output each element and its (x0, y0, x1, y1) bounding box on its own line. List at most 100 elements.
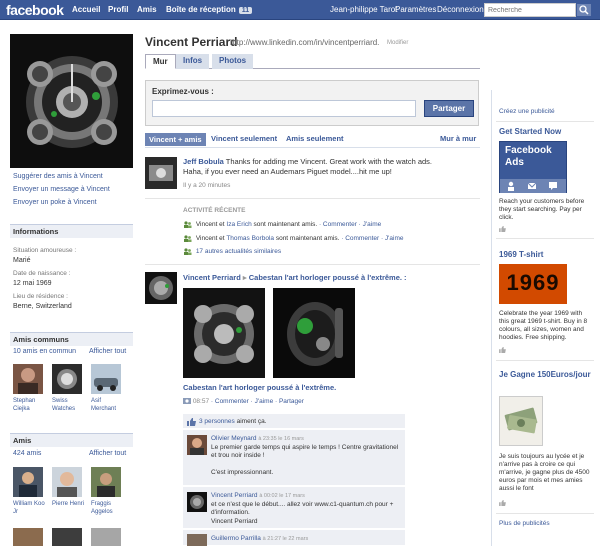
post-actions[interactable]: · Commenter · J'aime · Partager (211, 398, 304, 405)
friend-photo[interactable] (91, 528, 121, 546)
filter-friends-only[interactable]: Amis seulement (286, 134, 344, 143)
photo-caption-link[interactable]: Cabestan l'art horloger poussé à l'extrê… (183, 383, 336, 393)
activity-item[interactable]: 17 autres actualités similaires (183, 248, 281, 255)
comment-text: Vincent Perriard (211, 517, 258, 525)
post-author-name[interactable]: Jeff Bobula (183, 157, 224, 166)
comment-author-avatar[interactable] (187, 492, 207, 512)
ad-image-text: Facebook Ads (505, 145, 552, 168)
mutual-friends-see-all-link[interactable]: Afficher tout (89, 348, 126, 355)
ad-like-row[interactable] (499, 226, 506, 234)
friend-photo[interactable] (91, 467, 121, 497)
search-button[interactable] (576, 3, 592, 17)
activity-item: Vincent et Thomas Borbola sont maintenan… (183, 235, 404, 242)
more-activity-link[interactable]: 17 autres actualités similaires (196, 248, 281, 255)
friend-name[interactable]: Pierre Henri (52, 500, 88, 508)
status-input[interactable] (152, 100, 416, 117)
profile-website-link[interactable]: http://www.linkedin.com/in/vincentperria… (230, 38, 379, 47)
filter-wall-to-wall[interactable]: Mur à mur (440, 134, 476, 143)
post-author-avatar[interactable] (145, 157, 177, 189)
post-album-link[interactable]: Cabestan l'art horloger poussé à l'extrê… (249, 273, 407, 282)
post-author-name[interactable]: Vincent Perriard (183, 273, 241, 282)
more-ads-link[interactable]: Plus de publicités (499, 520, 550, 527)
friend-photo[interactable] (52, 467, 82, 497)
friend-photo[interactable] (13, 528, 43, 546)
friend-name[interactable]: Fraggis Aggelos (91, 500, 127, 516)
post-author-avatar[interactable] (145, 272, 177, 304)
right-column-divider (491, 90, 492, 546)
activity-actions[interactable]: · Commenter · J'aime (319, 221, 381, 228)
ad-text: Celebrate the year 1969 with this great … (499, 310, 588, 341)
comment-body: Vincent Perriard à 00:02 le 17 mars et c… (211, 492, 401, 526)
friend-name[interactable]: William Koo Jr (13, 500, 49, 516)
comment-text: Le premier garde temps qui aspire le tem… (211, 443, 399, 460)
activity-actions[interactable]: · Commenter · J'aime (341, 235, 403, 242)
filter-vincent-only[interactable]: Vincent seulement (211, 134, 277, 143)
edit-profile-link[interactable]: Modifier (387, 40, 408, 46)
send-message-link[interactable]: Envoyer un message à Vincent (13, 186, 110, 193)
suggest-friends-link[interactable]: Suggérer des amis à Vincent (13, 173, 103, 180)
comment-author-link[interactable]: Olivier Meynard (211, 435, 257, 442)
ad-title-link[interactable]: Get Started Now (499, 127, 561, 136)
activity-friend-link[interactable]: Iza Erich (226, 221, 251, 228)
friends-icon (184, 248, 192, 255)
activity-text: sont maintenant amis. (275, 235, 340, 243)
ad-like-row[interactable] (499, 500, 506, 508)
nav-user-name[interactable]: Jean-philippe Tarot (330, 5, 397, 14)
filter-vincent-and-friends[interactable]: Vincent + amis (145, 133, 206, 146)
ad-image[interactable] (499, 396, 543, 446)
create-ad-link[interactable]: Créez une publicité (499, 108, 555, 115)
nav-home-link[interactable]: Accueil (72, 5, 100, 14)
info-section-header: Informations (10, 224, 133, 238)
profile-picture[interactable] (10, 34, 133, 168)
ad-image[interactable]: Facebook Ads (499, 141, 567, 193)
post-timestamp[interactable]: 08:57 (193, 398, 209, 405)
envelope-icon (527, 182, 537, 189)
ad-image[interactable]: 1969 (499, 264, 567, 304)
nav-logout-link[interactable]: Déconnexion (437, 5, 484, 14)
search-input[interactable] (484, 3, 576, 17)
mutual-friends-count-link[interactable]: 10 amis en commun (13, 348, 76, 355)
tab-wall[interactable]: Mur (145, 54, 176, 69)
post-photo[interactable] (273, 288, 355, 378)
mutual-friend-name[interactable]: Swiss Watches (52, 397, 88, 413)
share-button[interactable]: Partager (424, 100, 474, 117)
ad-title-link[interactable]: Je Gagne 150Euros/jour (499, 370, 591, 380)
mutual-friends-header: Amis communs (10, 332, 133, 346)
tab-photos[interactable]: Photos (212, 54, 254, 69)
mutual-friend-photo[interactable] (52, 364, 82, 394)
nav-inbox-link[interactable]: Boîte de réception 11 (166, 5, 253, 14)
friend-photo[interactable] (13, 467, 43, 497)
post-body: Jeff Bobula Thanks for adding me Vincent… (183, 157, 433, 177)
mutual-friend-name[interactable]: Asif Merchant (91, 397, 127, 413)
nav-friends-link[interactable]: Amis (137, 5, 157, 14)
post-timestamp[interactable]: Il y a 20 minutes (183, 182, 230, 189)
comment-author-avatar[interactable] (187, 435, 207, 455)
mutual-friend-photo[interactable] (13, 364, 43, 394)
ad-divider (496, 121, 594, 122)
friend-photo[interactable] (52, 528, 82, 546)
ad-title-link[interactable]: 1969 T-shirt (499, 250, 543, 259)
friends-see-all-link[interactable]: Afficher tout (89, 450, 126, 457)
thumbs-up-icon (499, 347, 506, 353)
mutual-friend-name[interactable]: Stephan Ciejka (13, 397, 49, 413)
mutual-friend-photo[interactable] (91, 364, 121, 394)
comment: Vincent Perriard à 00:02 le 17 mars et c… (183, 487, 405, 529)
speech-bubble-icon (549, 182, 557, 190)
watch-image (10, 34, 133, 168)
activity-friend-link[interactable]: Thomas Borbola (226, 235, 274, 242)
friends-count-link[interactable]: 424 amis (13, 450, 41, 457)
post-photo[interactable] (183, 288, 265, 378)
comment-author-link[interactable]: Guillermo Parrilla (211, 535, 261, 542)
comment-author-avatar[interactable] (187, 534, 207, 546)
comment-author-link[interactable]: Vincent Perriard (211, 492, 258, 499)
inbox-count-badge: 11 (238, 7, 253, 14)
facebook-logo[interactable]: facebook (6, 2, 64, 18)
nav-settings-link[interactable]: Paramètres (395, 5, 436, 14)
ad-like-row[interactable] (499, 347, 506, 355)
send-poke-link[interactable]: Envoyer un poke à Vincent (13, 199, 97, 206)
tab-info[interactable]: Infos (176, 54, 210, 69)
friends-section-header: Amis (10, 433, 133, 447)
likes-people-link[interactable]: 3 personnes (199, 418, 235, 425)
nav-profile-link[interactable]: Profil (108, 5, 128, 14)
feed-divider (145, 264, 480, 265)
